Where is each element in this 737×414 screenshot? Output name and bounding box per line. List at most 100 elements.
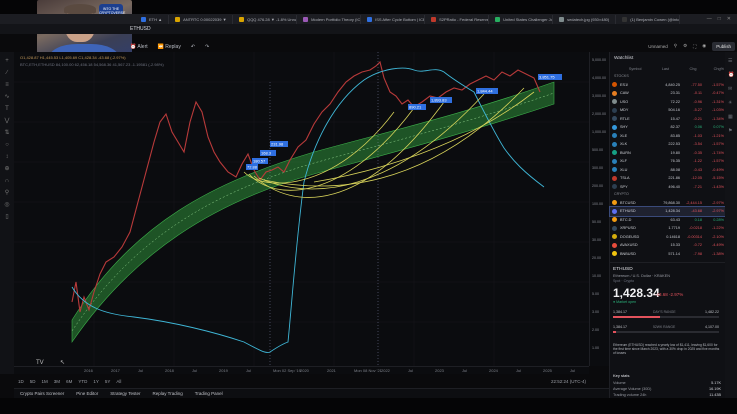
time-tick: Mon 02 Sep '19 [273,368,301,373]
minimize-icon[interactable]: — [707,16,712,22]
trendline-icon[interactable]: ∕ [3,70,11,76]
watchlist-sym: XLK [620,142,628,146]
label-current: 3,851.75 [539,75,555,80]
symbol-logo-icon [612,116,617,121]
time-tick: 2023 [435,368,444,373]
clock[interactable]: 22:52:24 (UTC-4) [551,379,586,384]
section-stocks[interactable]: STOCKS [614,74,629,78]
col-chgpct[interactable]: Chg% [697,67,724,71]
col-symbol[interactable]: Symbol [614,67,642,71]
browser-tab[interactable]: ETH ▲ [135,14,170,24]
chat-icon[interactable]: ✉ [728,86,734,92]
forecast-icon[interactable]: ⇅ [3,130,11,136]
browser-tab[interactable]: United States Challenger Jo [489,14,554,24]
tab-favicon-icon [141,16,146,22]
section-crypto[interactable]: CRYPTO [614,192,629,196]
brush-icon[interactable]: ∿ [3,94,11,100]
day-low: 1,384.17 [613,310,627,314]
lock-icon[interactable]: ⚲ [3,190,11,196]
timeframe-button[interactable]: All [116,379,121,384]
watchlist-row[interactable]: SPY 496.40 -7.21 -1.43% [610,182,726,191]
notifications-icon[interactable]: ⚑ [728,128,734,134]
replay-button[interactable]: ⏪ Replay [158,44,181,50]
browser-tab[interactable]: S2PRatio - Federal Reserve [425,14,490,24]
browser-tab[interactable]: ISS After Cycle Bottom | ICE [361,14,426,24]
window-controls[interactable]: — □ ✕ [707,16,731,22]
shapes-icon[interactable]: ○ [3,142,11,148]
maximize-icon[interactable]: □ [718,16,721,22]
watchlist-chg: -0.21 [693,116,702,121]
ideas-icon[interactable]: ☀ [728,100,734,106]
alerts-icon[interactable]: ⏰ [728,72,734,78]
watchlist-chg: -5.27 [693,108,702,112]
label-p2: 180.57 [253,159,266,164]
eye-icon[interactable]: ◎ [3,202,11,208]
watchlist-icon[interactable]: ☰ [728,58,734,64]
watchlist-last: 504.16 [668,108,680,112]
browser-tab[interactable]: sedatech.jpg (930×480) [553,14,617,24]
timeframe-button[interactable]: YTD [78,379,87,384]
redo-icon[interactable]: ↷ [205,44,209,50]
undo-icon[interactable]: ↶ [191,44,195,50]
close-icon[interactable]: ✕ [727,16,731,22]
bottom-tab[interactable]: Trading Panel [195,391,223,396]
bottom-tab[interactable]: Replay Trading [152,391,182,396]
layout-name[interactable]: Unnamed [648,44,668,49]
year-low: 1,384.17 [613,325,627,329]
watchlist-row[interactable]: BNBUSD 571.14 -7.98 -1.38% [610,249,726,258]
bottom-tab[interactable]: Crypto Pairs Screener [20,391,64,396]
timeframe-button[interactable]: 1M [42,379,48,384]
trash-icon[interactable]: ▯ [3,214,11,220]
watchlist-chg: -0.72 [693,243,702,247]
time-axis[interactable]: 2016 2017 Jul 2018 Jul 2019 Jul Mon 02 Sep '19 2… [14,366,589,374]
publish-button[interactable]: Publish [712,41,735,51]
search-icon[interactable]: ⚲ [674,43,677,49]
browser-tab[interactable]: Modern Portfolio Theory (ICE [297,14,362,24]
chart-canvas[interactable]: 72.88 168.3 231.98 180.57 890.21 1,893.8… [14,52,589,366]
time-tick: 2021 [327,368,336,373]
market-status: ● Market open [613,300,637,304]
browser-tab[interactable]: ANTRTC 0.00022039 ▼ [169,14,234,24]
col-chg[interactable]: Chg [669,67,697,71]
timeframe-button[interactable]: 5D [30,379,36,384]
symbol-logo-icon [612,90,617,96]
bottom-tab[interactable]: Strategy Tester [110,391,140,396]
timeframe-button[interactable]: 3M [54,379,60,384]
timeframe-button[interactable]: 1Y [93,379,99,384]
watchlist-last: 222.53 [668,142,680,146]
col-last[interactable]: Last [642,67,669,71]
timeframe-button[interactable]: 5Y [105,379,111,384]
tab-label: S2PRatio - Federal Reserve [439,16,490,22]
timeframe-button[interactable]: 6M [66,379,72,384]
watchlist-last: 0.14618 [666,234,680,239]
fib-icon[interactable]: ≡ [3,82,11,88]
price-scale[interactable]: 5,000.00 4,000.00 3,000.00 2,000.00 1,000.00… [589,52,609,366]
bottom-tab[interactable]: Pine Editor [76,391,98,396]
settings-icon[interactable]: ⚙ [683,43,687,49]
fullscreen-icon[interactable]: ⛶ [693,44,696,49]
symbol-search[interactable]: ETHUSD [130,26,151,32]
browser-tab[interactable]: QQQ 476.28 ▼ -1.8% Unna [233,14,298,24]
calendar-icon[interactable]: ▦ [728,114,734,120]
crosshair-icon[interactable]: + [3,58,11,64]
symbol-logo-icon [612,225,617,231]
news-headline[interactable]: Ethereum (ETHUSD) reached a yearly low o… [613,343,721,356]
detail-symbol[interactable]: ETHUSD [613,267,633,272]
watchlist-title[interactable]: Watchlist [614,56,633,61]
price-tick: 30.00 [592,238,601,242]
ruler-icon[interactable]: ↕ [3,154,11,160]
stat-row: Trading volume 24h 11.43B [613,393,721,397]
browser-tab[interactable]: (1) Benjamin Cowen (@into [616,14,681,24]
zoom-icon[interactable]: ⊕ [3,166,11,172]
price-chart[interactable]: 72.88 168.3 231.98 180.57 890.21 1,893.8… [14,52,589,366]
magnet-icon[interactable]: ∩ [3,178,11,184]
alert-button[interactable]: ⏰ Alert [130,44,148,50]
text-icon[interactable]: T [3,106,11,112]
watchlist-sym: ES1! [620,82,629,87]
timeframe-button[interactable]: 1D [18,379,24,384]
camera-icon[interactable]: ◉ [702,43,706,49]
watchlist-pct: -1.57% [711,142,724,146]
watchlist-last: 571.14 [668,251,680,256]
year-range: 1,384.17 52WK RANGE 4,107.00 [613,325,719,337]
pattern-icon[interactable]: ⋁ [3,118,11,124]
